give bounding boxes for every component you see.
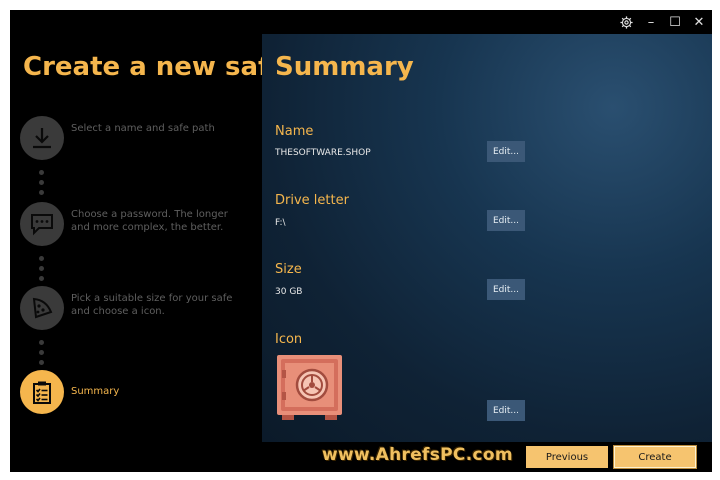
name-value: THESOFTWARE.SHOP bbox=[275, 148, 371, 158]
page-title: Summary bbox=[275, 52, 414, 82]
title-bar: – ☐ ✕ bbox=[10, 10, 712, 34]
safe-icon bbox=[276, 354, 343, 421]
summary-panel: Summary Name THESOFTWARE.SHOP Edit... Dr… bbox=[262, 34, 712, 442]
wizard-sidebar: Create a new safe Select a name and safe… bbox=[10, 34, 287, 472]
edit-size-button[interactable]: Edit... bbox=[487, 279, 525, 300]
step-text: Pick a suitable size for your safe and c… bbox=[71, 293, 233, 317]
edit-icon-button[interactable]: Edit... bbox=[487, 400, 525, 421]
name-label: Name bbox=[275, 124, 314, 139]
edit-name-button[interactable]: Edit... bbox=[487, 141, 525, 162]
step-connector bbox=[39, 170, 45, 200]
wizard-title: Create a new safe bbox=[23, 52, 287, 82]
download-icon bbox=[20, 116, 64, 160]
minimize-button[interactable]: – bbox=[639, 10, 663, 34]
step-connector bbox=[39, 340, 45, 370]
chat-icon bbox=[20, 202, 64, 246]
step-summary: Summary bbox=[20, 370, 258, 414]
edit-drive-button[interactable]: Edit... bbox=[487, 210, 525, 231]
step-name-path: Select a name and safe path bbox=[20, 116, 258, 160]
clipboard-checklist-icon bbox=[20, 370, 64, 414]
maximize-button[interactable]: ☐ bbox=[663, 10, 687, 34]
step-size-icon: Pick a suitable size for your safe and c… bbox=[20, 286, 258, 330]
step-password: Choose a password. The longer and more c… bbox=[20, 202, 258, 246]
drive-letter-label: Drive letter bbox=[275, 193, 349, 208]
drive-letter-value: F:\ bbox=[275, 218, 286, 228]
step-text: Summary bbox=[71, 386, 120, 397]
icon-label: Icon bbox=[275, 332, 303, 347]
app-window: – ☐ ✕ Create a new safe Select a name an… bbox=[10, 10, 712, 472]
previous-button[interactable]: Previous bbox=[526, 446, 608, 468]
step-connector bbox=[39, 256, 45, 286]
size-value: 30 GB bbox=[275, 287, 303, 297]
size-label: Size bbox=[275, 262, 302, 277]
step-text: Choose a password. The longer and more c… bbox=[71, 209, 228, 233]
create-button[interactable]: Create bbox=[613, 445, 697, 469]
gear-icon[interactable] bbox=[614, 10, 638, 34]
watermark-text: www.AhrefsPC.com bbox=[322, 445, 513, 465]
step-text: Select a name and safe path bbox=[71, 123, 215, 134]
pizza-icon bbox=[20, 286, 64, 330]
close-button[interactable]: ✕ bbox=[687, 10, 711, 34]
footer-bar: www.AhrefsPC.com Previous Create bbox=[262, 442, 712, 472]
